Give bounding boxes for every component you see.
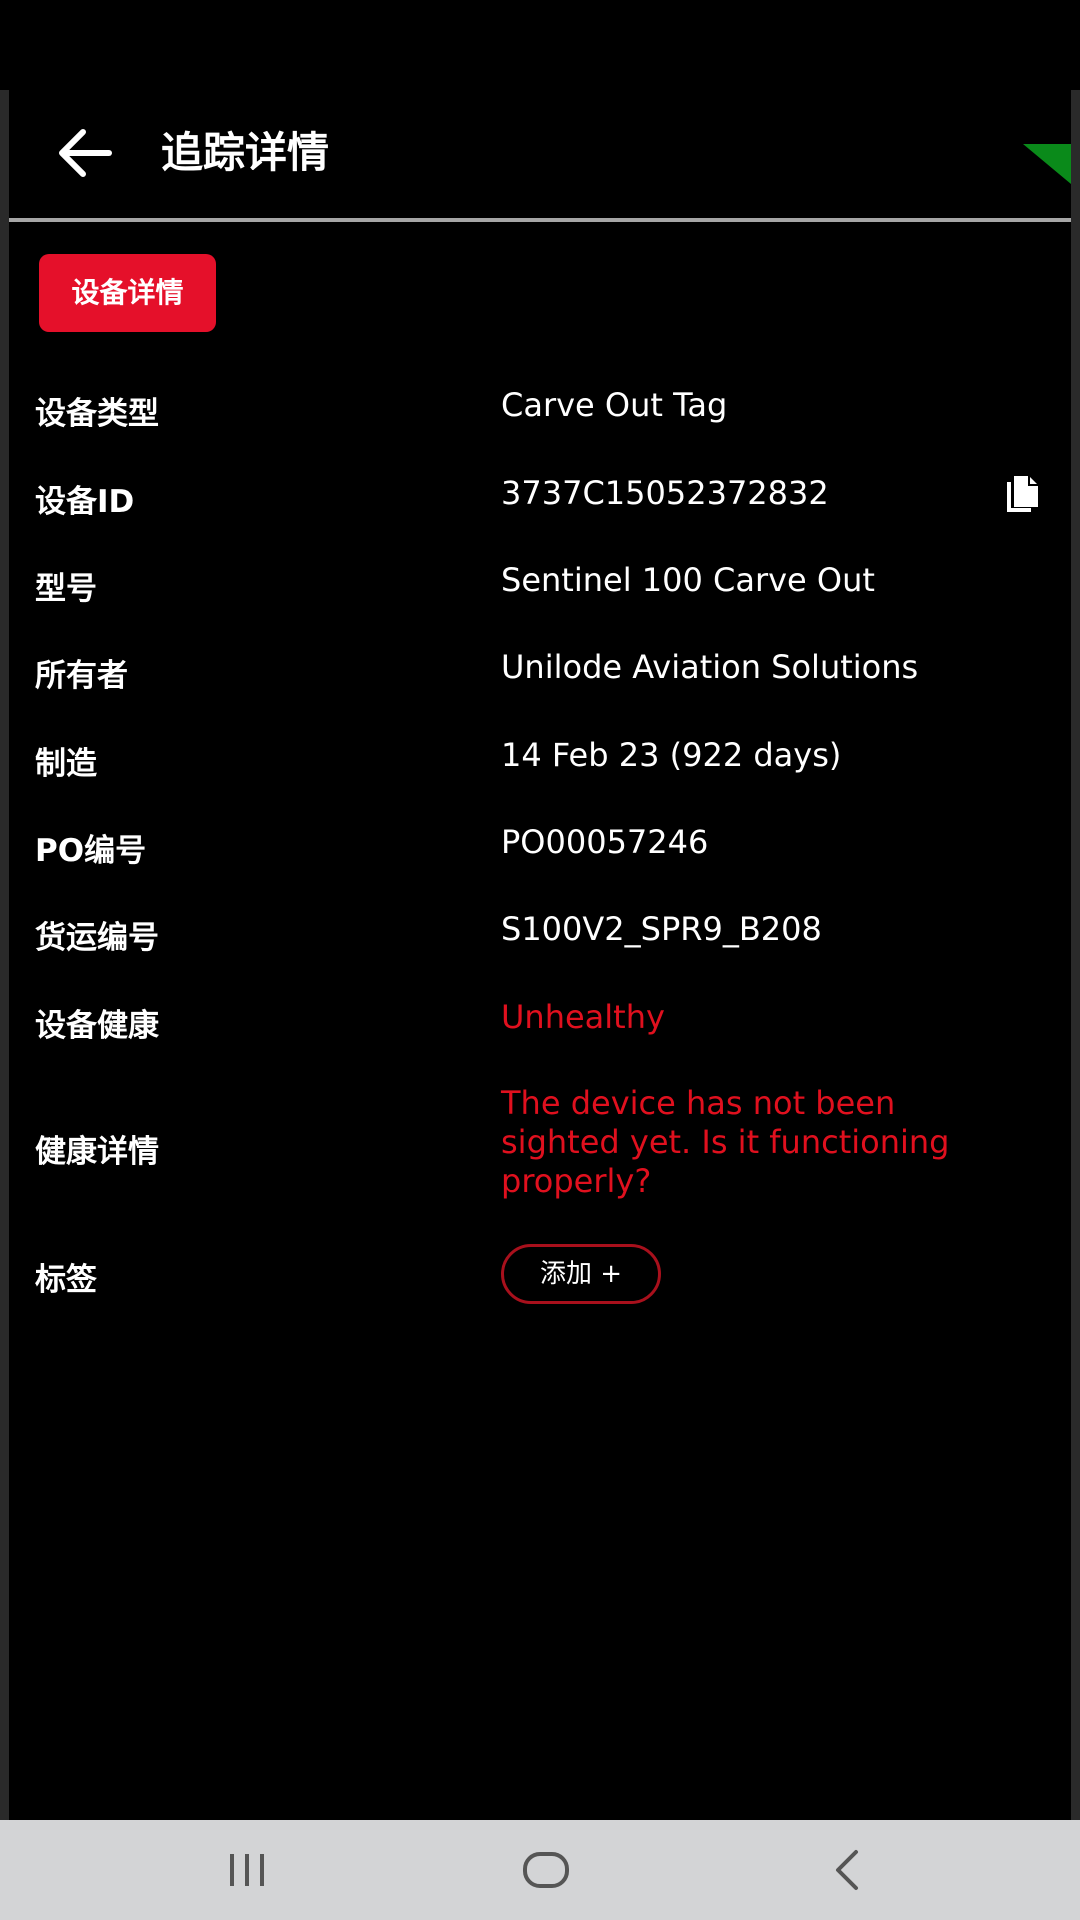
health-details-line: The device has not been	[501, 1084, 896, 1122]
home-icon[interactable]	[511, 1840, 581, 1900]
device-type-value: Carve Out Tag	[501, 386, 728, 424]
tags-label: 标签	[35, 1262, 97, 1298]
copy-icon[interactable]	[1001, 472, 1045, 516]
po-number-value: PO00057246	[501, 823, 709, 861]
health-details-value: The device has not been sighted yet. Is …	[501, 1084, 1041, 1201]
arrow-left-icon[interactable]	[49, 118, 119, 188]
shipment-number-value: S100V2_SPR9_B208	[501, 910, 822, 948]
device-id-value: 3737C15052372832	[501, 474, 829, 512]
health-status-value: Unhealthy	[501, 998, 665, 1036]
app-bar-divider	[9, 218, 1071, 222]
manufactured-value: 14 Feb 23 (922 days)	[501, 736, 842, 774]
health-label: 设备健康	[35, 1008, 159, 1044]
owner-label: 所有者	[35, 658, 128, 694]
model-label: 型号	[35, 571, 97, 607]
app-bar: 追踪详情	[9, 90, 1071, 218]
page-title: 追踪详情	[161, 128, 330, 177]
manufactured-label: 制造	[35, 746, 97, 782]
frame-edge-left	[0, 0, 9, 1820]
system-nav-bar	[0, 1820, 1080, 1920]
recent-apps-icon[interactable]	[212, 1840, 282, 1900]
po-number-label: PO编号	[35, 833, 147, 869]
health-details-line: sighted yet. Is it functioning	[501, 1123, 950, 1161]
health-details-line: properly?	[501, 1162, 652, 1200]
back-chevron-icon[interactable]	[812, 1840, 882, 1900]
device-details-tab[interactable]: 设备详情	[39, 254, 216, 332]
screen: 追踪详情 设备详情 设备类型 Carve Out Tag 设备ID 3737C1…	[0, 0, 1080, 1920]
status-bar	[0, 0, 1080, 90]
device-type-label: 设备类型	[35, 396, 159, 432]
owner-value: Unilode Aviation Solutions	[501, 648, 919, 686]
device-id-label: 设备ID	[35, 484, 135, 520]
add-tag-button[interactable]: 添加 +	[501, 1244, 661, 1304]
shipment-number-label: 货运编号	[35, 920, 159, 956]
frame-edge-right	[1071, 0, 1080, 1820]
model-value: Sentinel 100 Carve Out	[501, 561, 875, 599]
health-details-label: 健康详情	[35, 1134, 159, 1170]
corner-flag-icon	[1023, 144, 1071, 184]
